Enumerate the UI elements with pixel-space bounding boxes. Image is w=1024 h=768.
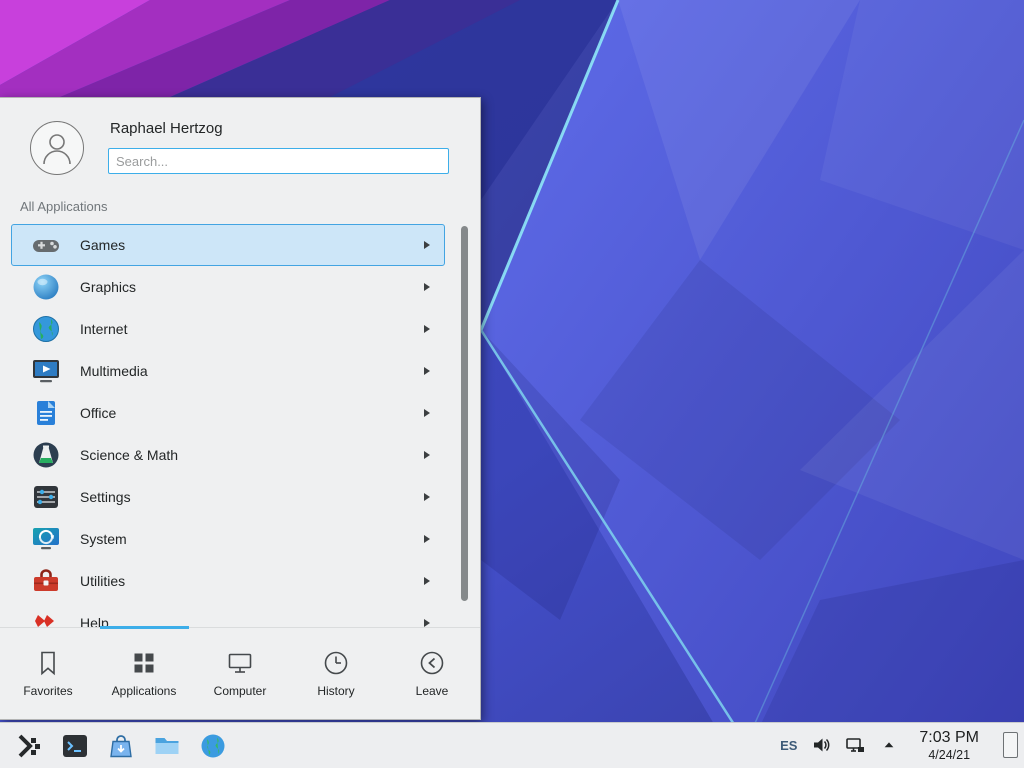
app-category-label: Office bbox=[80, 405, 424, 421]
app-launcher-button[interactable] bbox=[13, 730, 45, 762]
keyboard-layout-indicator[interactable]: ES bbox=[780, 738, 797, 753]
app-category-label: Internet bbox=[80, 321, 424, 337]
submenu-arrow-icon bbox=[424, 577, 430, 585]
terminal-launcher[interactable] bbox=[59, 730, 91, 762]
app-category-label: Games bbox=[80, 237, 424, 253]
kickoff-icon bbox=[15, 732, 43, 760]
app-category-label: System bbox=[80, 531, 424, 547]
system-tray: ES 7:03 PM 4/24/21 bbox=[780, 729, 1018, 762]
app-category-multimedia[interactable]: Multimedia bbox=[11, 350, 445, 392]
file-manager-launcher[interactable] bbox=[151, 730, 183, 762]
active-tab-indicator bbox=[100, 626, 189, 629]
submenu-arrow-icon bbox=[424, 283, 430, 291]
app-category-label: Science & Math bbox=[80, 447, 424, 463]
submenu-arrow-icon bbox=[424, 493, 430, 501]
app-category-graphics[interactable]: Graphics bbox=[11, 266, 445, 308]
launcher-footer-tabs: Favorites Applications Computer History bbox=[0, 627, 480, 719]
app-category-list: Games Graphics Internet bbox=[11, 224, 445, 644]
app-category-utilities[interactable]: Utilities bbox=[11, 560, 445, 602]
submenu-arrow-icon bbox=[424, 325, 430, 333]
volume-icon[interactable] bbox=[811, 735, 831, 755]
tab-favorites[interactable]: Favorites bbox=[0, 628, 96, 719]
tab-label: Applications bbox=[112, 684, 177, 698]
app-category-label: Graphics bbox=[80, 279, 424, 295]
grid-icon bbox=[130, 649, 158, 677]
graphics-sphere-icon bbox=[30, 271, 62, 303]
network-icon[interactable] bbox=[845, 735, 865, 755]
system-monitor-icon bbox=[30, 523, 62, 555]
clock-icon bbox=[322, 649, 350, 677]
application-launcher-menu: Raphael Hertzog All Applications Games G… bbox=[0, 97, 481, 720]
app-category-settings[interactable]: Settings bbox=[11, 476, 445, 518]
app-category-games[interactable]: Games bbox=[11, 224, 445, 266]
terminal-icon bbox=[61, 732, 89, 760]
document-icon bbox=[30, 397, 62, 429]
toolbox-icon bbox=[30, 565, 62, 597]
search-input[interactable] bbox=[108, 148, 449, 174]
tab-label: History bbox=[317, 684, 354, 698]
shopping-bag-icon bbox=[107, 732, 135, 760]
leave-icon bbox=[418, 649, 446, 677]
desktop: Raphael Hertzog All Applications Games G… bbox=[0, 0, 1024, 768]
app-category-office[interactable]: Office bbox=[11, 392, 445, 434]
digital-clock[interactable]: 7:03 PM 4/24/21 bbox=[919, 729, 979, 762]
app-category-label: Settings bbox=[80, 489, 424, 505]
computer-icon bbox=[226, 649, 254, 677]
tab-applications[interactable]: Applications bbox=[96, 628, 192, 719]
discover-launcher[interactable] bbox=[105, 730, 137, 762]
app-category-internet[interactable]: Internet bbox=[11, 308, 445, 350]
folder-icon bbox=[153, 732, 181, 760]
tab-label: Computer bbox=[214, 684, 267, 698]
scrollbar[interactable] bbox=[461, 226, 468, 601]
show-desktop-widget[interactable] bbox=[1003, 732, 1018, 758]
app-category-label: Utilities bbox=[80, 573, 424, 589]
sliders-icon bbox=[30, 481, 62, 513]
submenu-arrow-icon bbox=[424, 367, 430, 375]
tab-leave[interactable]: Leave bbox=[384, 628, 480, 719]
tab-computer[interactable]: Computer bbox=[192, 628, 288, 719]
clock-date: 4/24/21 bbox=[928, 748, 970, 762]
tab-label: Favorites bbox=[23, 684, 72, 698]
browser-launcher[interactable] bbox=[197, 730, 229, 762]
person-icon bbox=[37, 128, 77, 168]
submenu-arrow-icon bbox=[424, 409, 430, 417]
submenu-arrow-icon bbox=[424, 535, 430, 543]
flask-icon bbox=[30, 439, 62, 471]
submenu-arrow-icon bbox=[424, 451, 430, 459]
bookmark-icon bbox=[34, 649, 62, 677]
gamepad-icon bbox=[30, 229, 62, 261]
user-avatar[interactable] bbox=[30, 121, 84, 175]
globe-icon bbox=[30, 313, 62, 345]
tab-label: Leave bbox=[416, 684, 449, 698]
app-category-label: Multimedia bbox=[80, 363, 424, 379]
app-category-science-math[interactable]: Science & Math bbox=[11, 434, 445, 476]
section-label: All Applications bbox=[20, 199, 107, 214]
taskbar: ES 7:03 PM 4/24/21 bbox=[0, 722, 1024, 768]
submenu-arrow-icon bbox=[424, 619, 430, 627]
app-category-system[interactable]: System bbox=[11, 518, 445, 560]
user-name: Raphael Hertzog bbox=[110, 120, 223, 137]
globe-icon bbox=[199, 732, 227, 760]
expand-tray-chevron-icon[interactable] bbox=[879, 735, 899, 755]
media-player-icon bbox=[30, 355, 62, 387]
clock-time: 7:03 PM bbox=[919, 729, 979, 747]
tab-history[interactable]: History bbox=[288, 628, 384, 719]
submenu-arrow-icon bbox=[424, 241, 430, 249]
